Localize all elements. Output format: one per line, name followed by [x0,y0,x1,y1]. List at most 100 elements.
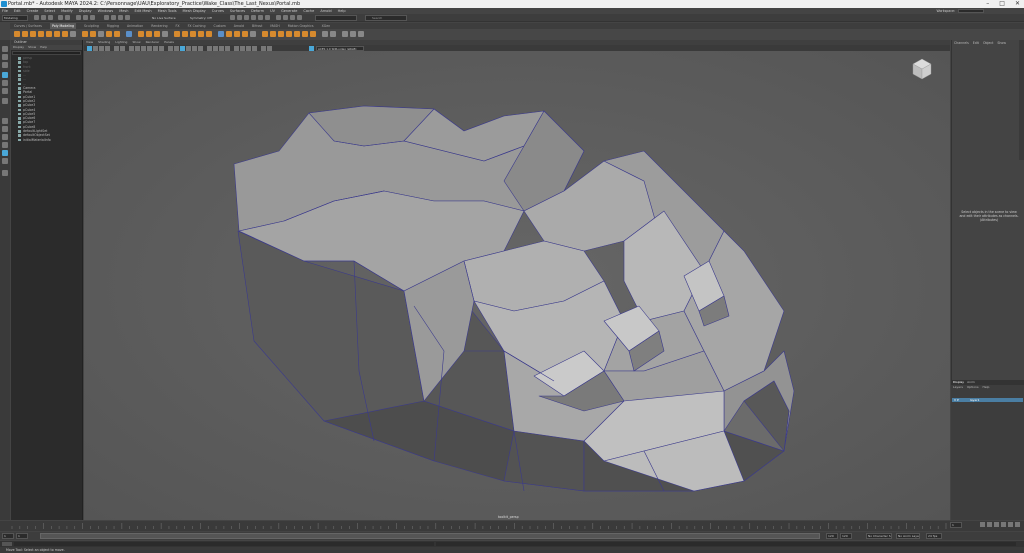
layer-menu-layers[interactable]: Layers [953,385,963,390]
camera-attributes-icon[interactable] [93,46,98,51]
lasso-tool-icon[interactable] [2,54,8,60]
select-camera-icon[interactable] [87,46,92,51]
snap-curve-icon[interactable] [111,15,116,20]
grid-icon[interactable] [129,46,134,51]
reduce-icon[interactable] [286,31,292,37]
layout-option-icon[interactable] [2,158,8,164]
shadows-icon[interactable] [198,46,203,51]
slide-edge-icon[interactable] [250,31,256,37]
scale-tool-icon[interactable] [2,88,8,94]
hard-edge-icon[interactable] [270,31,276,37]
render-settings-icon[interactable] [244,15,249,20]
auto-uv-icon[interactable] [330,31,336,37]
motion-blur-icon[interactable] [213,46,218,51]
ambient-occlusion-icon[interactable] [207,46,212,51]
backface-culling-icon[interactable] [252,46,257,51]
quad-draw-icon[interactable] [242,31,248,37]
select-object-icon[interactable] [83,15,88,20]
separate-icon[interactable] [90,31,96,37]
maximize-button[interactable]: □ [999,0,1005,8]
select-component-icon[interactable] [90,15,95,20]
step-forward-icon[interactable] [1008,522,1013,527]
play-back-icon[interactable] [994,522,999,527]
channel-box-tab-channels[interactable]: Channels [954,40,969,46]
end-frame-field[interactable]: 120 [840,533,852,539]
input-line-field[interactable] [315,15,357,21]
gamma-icon[interactable] [267,46,272,51]
redo-icon[interactable] [65,15,70,20]
use-all-lights-icon[interactable] [192,46,197,51]
undo-icon[interactable] [58,15,63,20]
single-perspective-layout-icon[interactable] [2,118,8,124]
layer-row[interactable]: V P layer1 [952,398,1023,402]
boolean-icon[interactable] [114,31,120,37]
lattice-icon[interactable] [350,31,356,37]
xray-joints-icon[interactable] [246,46,251,51]
mirror-icon[interactable] [98,31,104,37]
textured-icon[interactable] [186,46,191,51]
uv-editor-icon[interactable] [126,31,132,37]
search-input[interactable]: Search [365,15,407,21]
save-scene-icon[interactable] [48,15,53,20]
bridge-icon[interactable] [146,31,152,37]
collapse-icon[interactable] [206,31,212,37]
smooth-icon[interactable] [106,31,112,37]
channel-box-tab-edit[interactable]: Edit [973,40,979,46]
select-tool-icon[interactable] [2,46,8,52]
mel-python-toggle[interactable] [2,542,12,546]
layer-visibility-flags[interactable]: V P [954,398,959,402]
outliner-menu-display[interactable]: Display [13,45,24,50]
triangulate-icon[interactable] [302,31,308,37]
anti-aliasing-icon[interactable] [219,46,224,51]
offset-edge-loop-icon[interactable] [234,31,240,37]
new-scene-icon[interactable] [34,15,39,20]
conform-icon[interactable] [278,31,284,37]
soft-edge-icon[interactable] [262,31,268,37]
start-frame-field[interactable]: 1 [2,533,14,539]
bevel-icon[interactable] [154,31,160,37]
channel-box-tab-object[interactable]: Object [983,40,993,46]
range-start-field[interactable]: 1 [16,533,28,539]
channel-box-tab-show[interactable]: Show [997,40,1006,46]
2d-pan-zoom-icon[interactable] [114,46,119,51]
wireframe-icon[interactable] [168,46,173,51]
bookmark-icon[interactable] [99,46,104,51]
layer-menu-help[interactable]: Help [983,385,990,390]
poly-type-icon[interactable] [70,31,76,37]
move-tool-icon[interactable] [2,72,8,78]
extrude-icon[interactable] [138,31,144,37]
perspective-viewport[interactable] [84,51,950,520]
rotate-tool-icon[interactable] [2,80,8,86]
last-tool-icon[interactable] [2,98,8,104]
cluster-icon[interactable] [358,31,364,37]
colorspace-dropdown[interactable]: ACES 1.0 SDR-video (sRGB) [316,45,364,51]
gate-mask-icon[interactable] [147,46,152,51]
smooth-shade-icon[interactable] [174,46,179,51]
poly-disc-icon[interactable] [62,31,68,37]
film-gate-icon[interactable] [135,46,140,51]
search-tool-icon[interactable] [2,170,8,176]
outliner-layout-icon[interactable] [2,150,8,156]
fps-dropdown[interactable]: 24 fps [926,533,942,539]
insert-edge-loop-icon[interactable] [226,31,232,37]
snap-plane-icon[interactable] [125,15,130,20]
command-input[interactable] [14,542,434,546]
live-surface-label[interactable]: No Live Surface [152,16,176,20]
go-to-end-icon[interactable] [1015,522,1020,527]
outliner-menu-help[interactable]: Help [40,45,47,50]
field-chart-icon[interactable] [153,46,158,51]
toggle-panel-icon-2[interactable] [283,15,288,20]
side-panel-tabs[interactable] [1019,40,1024,160]
character-set-dropdown[interactable]: No Character Set [866,533,892,539]
poly-cube-icon[interactable] [22,31,28,37]
snap-grid-icon[interactable] [104,15,109,20]
bevel-option-icon[interactable] [162,31,168,37]
cleanup-icon[interactable] [294,31,300,37]
arnold-render-icon[interactable] [265,15,270,20]
light-editor-icon[interactable] [258,15,263,20]
poly-cone-icon[interactable] [38,31,44,37]
fill-hole-icon[interactable] [182,31,188,37]
safe-action-icon[interactable] [159,46,164,51]
workspace-dropdown[interactable] [958,9,984,13]
four-view-layout-icon[interactable] [2,126,8,132]
